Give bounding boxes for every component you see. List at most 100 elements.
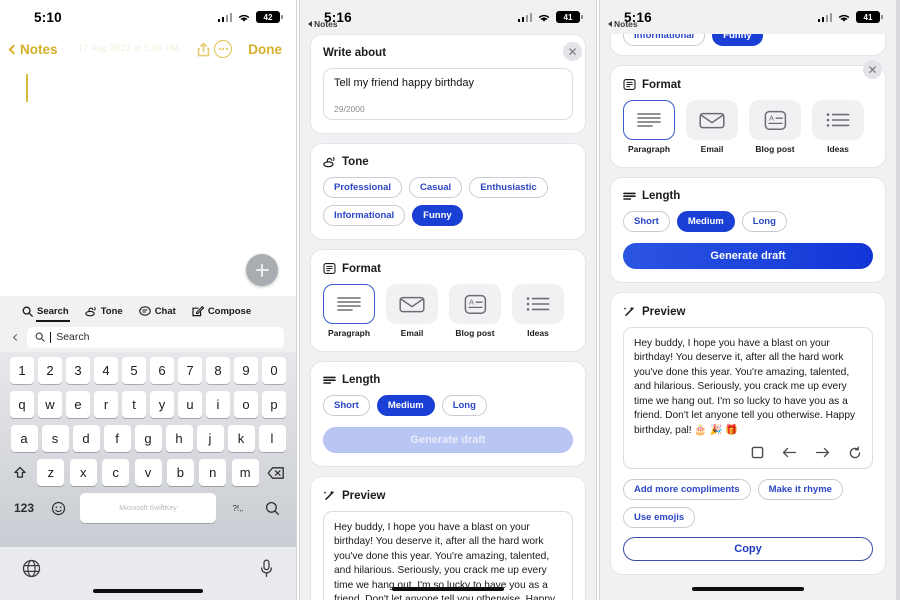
done-button[interactable]: Done bbox=[248, 42, 282, 57]
spacebar[interactable]: Microsoft SwiftKey bbox=[80, 493, 216, 523]
key[interactable]: 0 bbox=[262, 357, 286, 384]
length-chip-long[interactable]: Long bbox=[741, 211, 787, 232]
length-chip-long[interactable]: Long bbox=[441, 395, 487, 416]
format-option-email[interactable]: Email bbox=[386, 284, 438, 338]
key[interactable]: w bbox=[38, 391, 62, 418]
key[interactable]: 1 bbox=[10, 357, 34, 384]
key[interactable]: 3 bbox=[66, 357, 90, 384]
format-option-ideas[interactable]: Ideas bbox=[512, 284, 564, 338]
key[interactable]: x bbox=[69, 459, 97, 486]
format-icon bbox=[623, 79, 636, 90]
share-icon[interactable] bbox=[197, 42, 210, 57]
quick-action-add-more-compliments[interactable]: Add more compliments bbox=[623, 479, 751, 501]
arrow-right-icon[interactable] bbox=[815, 446, 830, 460]
chevron-left-icon[interactable] bbox=[12, 333, 21, 341]
keyboard-tool-tone[interactable]: Tone bbox=[84, 306, 123, 317]
chevron-left-icon bbox=[8, 44, 19, 54]
key[interactable]: r bbox=[94, 391, 118, 418]
key[interactable]: h bbox=[165, 425, 193, 452]
key[interactable]: 2 bbox=[38, 357, 62, 384]
arrow-left-icon[interactable] bbox=[782, 446, 797, 460]
generate-draft-button[interactable]: Generate draft bbox=[623, 243, 873, 269]
microphone-icon[interactable] bbox=[259, 559, 274, 578]
status-indicators: 41 bbox=[817, 11, 883, 23]
tone-chip-informational[interactable]: Informational bbox=[623, 34, 706, 46]
key[interactable]: 4 bbox=[94, 357, 118, 384]
stop-icon[interactable] bbox=[751, 446, 764, 460]
punctuation-key[interactable]: ?!,. bbox=[226, 495, 250, 522]
preview-card: Preview Hey buddy, I hope you have a bla… bbox=[610, 292, 886, 576]
key[interactable]: s bbox=[41, 425, 69, 452]
key[interactable]: v bbox=[134, 459, 162, 486]
add-attachment-button[interactable] bbox=[246, 254, 278, 286]
length-chip-short[interactable]: Short bbox=[323, 395, 370, 416]
length-chip-medium[interactable]: Medium bbox=[376, 395, 435, 416]
quick-action-make-it-rhyme[interactable]: Make it rhyme bbox=[757, 479, 843, 501]
tone-chip-professional[interactable]: Professional bbox=[323, 177, 403, 198]
search-input[interactable]: Search bbox=[27, 326, 284, 348]
key[interactable]: f bbox=[103, 425, 131, 452]
tone-chip-funny[interactable]: Funny bbox=[412, 205, 463, 226]
refresh-icon[interactable] bbox=[848, 446, 862, 460]
search-key-icon[interactable] bbox=[260, 495, 284, 522]
length-chip-medium[interactable]: Medium bbox=[676, 211, 735, 232]
blog-post-icon: A bbox=[449, 284, 501, 324]
format-option-ideas[interactable]: Ideas bbox=[812, 100, 864, 154]
globe-icon[interactable] bbox=[22, 559, 41, 578]
quick-action-use-emojis[interactable]: Use emojis bbox=[623, 507, 696, 529]
key[interactable]: 7 bbox=[178, 357, 202, 384]
key[interactable]: e bbox=[66, 391, 90, 418]
copy-button[interactable]: Copy bbox=[623, 537, 873, 562]
back-to-notes-button[interactable]: Notes bbox=[8, 42, 58, 57]
length-chip-short[interactable]: Short bbox=[623, 211, 670, 232]
key[interactable]: d bbox=[72, 425, 100, 452]
generate-draft-button[interactable]: Generate draft bbox=[323, 427, 573, 453]
format-option-email[interactable]: Email bbox=[686, 100, 738, 154]
key[interactable]: c bbox=[102, 459, 130, 486]
shift-icon[interactable] bbox=[8, 459, 32, 486]
note-editor-body[interactable] bbox=[0, 64, 296, 296]
key[interactable]: 8 bbox=[206, 357, 230, 384]
tone-chip-casual[interactable]: Casual bbox=[409, 177, 463, 198]
format-option-blog-post[interactable]: A Blog post bbox=[449, 284, 501, 338]
key[interactable]: l bbox=[258, 425, 286, 452]
backspace-icon[interactable] bbox=[264, 459, 288, 486]
key[interactable]: u bbox=[178, 391, 202, 418]
format-option-paragraph[interactable]: Paragraph bbox=[323, 284, 375, 338]
tone-chip-funny[interactable]: Funny bbox=[712, 34, 763, 46]
key[interactable]: j bbox=[196, 425, 224, 452]
key[interactable]: 6 bbox=[150, 357, 174, 384]
tone-chip-informational[interactable]: Informational bbox=[323, 205, 406, 226]
key[interactable]: n bbox=[199, 459, 227, 486]
key[interactable]: p bbox=[262, 391, 286, 418]
key[interactable]: k bbox=[227, 425, 255, 452]
key[interactable]: i bbox=[206, 391, 230, 418]
keyboard-toolbar: Search Tone Chat Compose bbox=[0, 296, 296, 322]
format-option-blog-post[interactable]: A Blog post bbox=[749, 100, 801, 154]
key[interactable]: o bbox=[234, 391, 258, 418]
key[interactable]: g bbox=[134, 425, 162, 452]
numeric-key[interactable]: 123 bbox=[12, 495, 36, 522]
return-to-notes-link[interactable]: Notes bbox=[308, 19, 338, 29]
more-ellipsis-icon[interactable] bbox=[214, 40, 233, 58]
key[interactable]: q bbox=[10, 391, 34, 418]
keyboard-tool-compose[interactable]: Compose bbox=[192, 305, 251, 317]
keyboard-tool-chat[interactable]: Chat bbox=[138, 306, 176, 317]
emoji-icon[interactable] bbox=[46, 495, 70, 522]
format-option-paragraph[interactable]: Paragraph bbox=[623, 100, 675, 154]
keyboard-tool-search[interactable]: Search bbox=[22, 306, 70, 322]
tone-chip-enthusiastic[interactable]: Enthusiastic bbox=[469, 177, 548, 198]
key[interactable]: b bbox=[166, 459, 194, 486]
key[interactable]: 9 bbox=[234, 357, 258, 384]
close-icon[interactable]: ✕ bbox=[563, 42, 582, 61]
key[interactable]: a bbox=[10, 425, 38, 452]
key[interactable]: t bbox=[122, 391, 146, 418]
close-icon[interactable]: ✕ bbox=[863, 60, 882, 79]
write-about-input[interactable]: Tell my friend happy birthday 29/2000 bbox=[323, 68, 573, 120]
return-to-notes-link[interactable]: Notes bbox=[608, 19, 638, 29]
key[interactable]: m bbox=[231, 459, 259, 486]
key[interactable]: z bbox=[37, 459, 65, 486]
key[interactable]: 5 bbox=[122, 357, 146, 384]
key[interactable]: y bbox=[150, 391, 174, 418]
home-indicator bbox=[692, 587, 804, 591]
